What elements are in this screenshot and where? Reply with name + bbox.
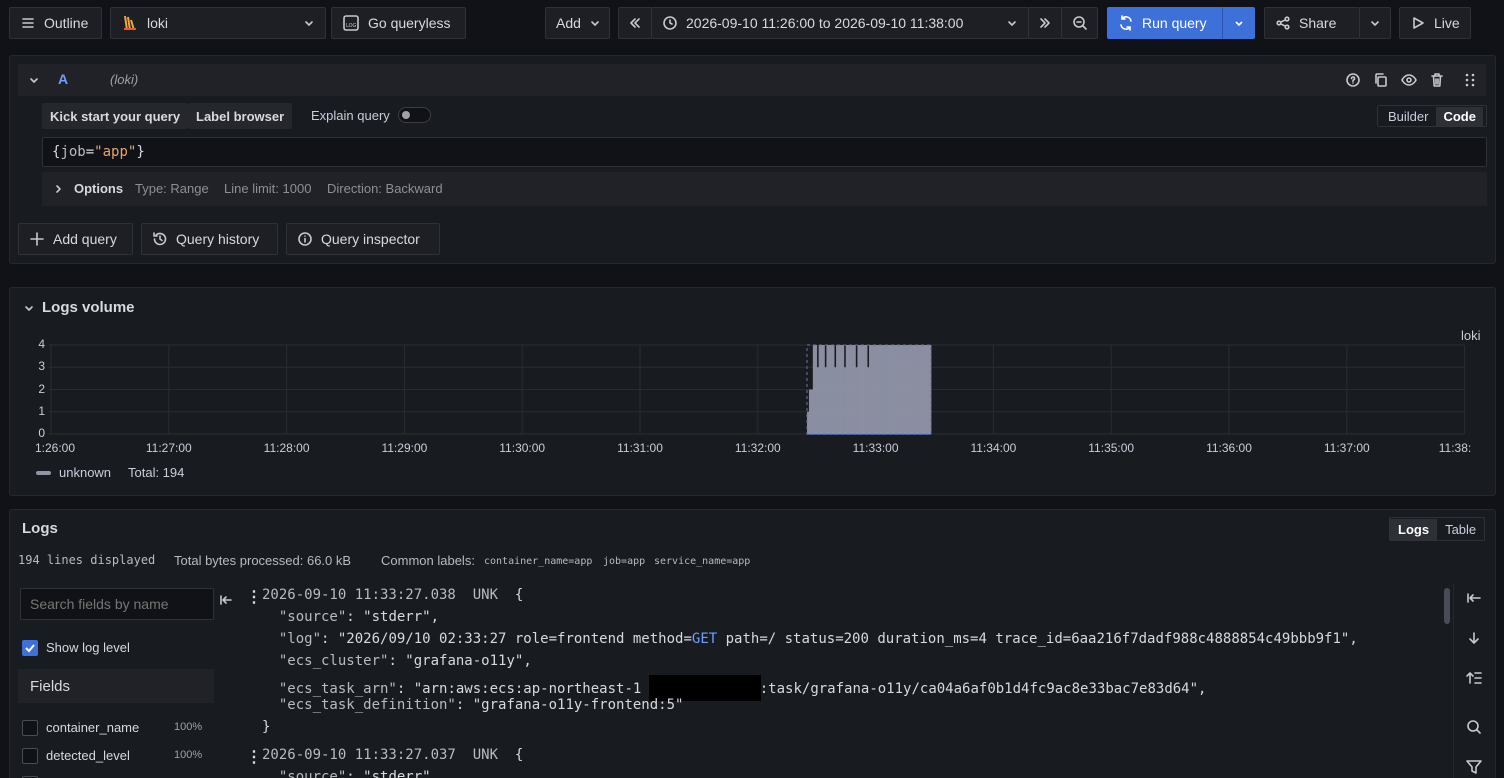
field-percent: 100%: [174, 749, 203, 761]
http-method-highlight: GET: [691, 631, 718, 647]
legend-series-name[interactable]: unknown: [59, 465, 111, 480]
common-label: job=app: [603, 556, 646, 567]
log-row-menu-icon[interactable]: ⋮: [246, 747, 262, 767]
x-tick-label: 11:27:00: [145, 441, 192, 455]
log-line-source: "source": "stderr",: [278, 609, 440, 625]
log-line-cluster: "ecs_cluster": "grafana-o11y",: [278, 653, 532, 669]
x-tick-label: 11:35:00: [1088, 441, 1135, 455]
field-percent: 100%: [174, 721, 203, 733]
log-level: UNK: [472, 587, 499, 603]
field-name: detected_level: [46, 748, 130, 763]
arrow-down-icon[interactable]: [1465, 630, 1483, 646]
log-entry-close: }: [262, 719, 271, 735]
x-tick-label: 11:31:00: [617, 441, 663, 455]
common-labels-title: Common labels:: [381, 553, 475, 568]
log-entry-header[interactable]: 2026-09-10 11:33:27.037 UNK {: [262, 747, 523, 763]
legend-swatch: [36, 471, 51, 475]
search-fields-input[interactable]: [20, 588, 214, 620]
x-tick-label: 11:29:00: [381, 441, 428, 455]
field-checkbox[interactable]: [22, 720, 38, 736]
fields-title: Fields: [30, 678, 71, 695]
log-timestamp: 2026-09-10 11:33:27.037: [262, 747, 456, 763]
collapse-left-icon[interactable]: [1465, 590, 1483, 606]
sort-order-icon[interactable]: [1465, 670, 1483, 686]
x-tick-label: 11:38:: [1438, 441, 1472, 455]
x-tick-label: 11:34:00: [970, 441, 1017, 455]
log-row-menu-icon[interactable]: ⋮: [246, 587, 262, 607]
x-tick-label: 11:33:00: [852, 441, 899, 455]
bytes-processed: Total bytes processed: 66.0 kB: [174, 553, 352, 568]
view-logs-button[interactable]: Logs: [1390, 518, 1438, 540]
collapse-sidebar-icon[interactable]: [218, 592, 234, 608]
log-line-task-def: "ecs_task_definition": "grafana-o11y-fro…: [278, 697, 684, 713]
checkmark-icon: [25, 644, 35, 653]
log-line-source: "source": "stderr",: [278, 769, 440, 778]
x-tick-label: 11:37:00: [1323, 441, 1370, 455]
x-tick-label: 11:28:00: [263, 441, 310, 455]
log-level: UNK: [472, 747, 499, 763]
field-checkbox[interactable]: [22, 748, 38, 764]
log-line-log: "log": "2026/09/10 02:33:27 role=fronten…: [278, 631, 1358, 647]
log-entry-header[interactable]: 2026-09-10 11:33:27.038 UNK {: [262, 587, 523, 603]
x-tick-label: 1:26:00: [34, 441, 76, 455]
common-label: container_name=app: [484, 556, 593, 567]
log-timestamp: 2026-09-10 11:33:27.038: [262, 587, 456, 603]
x-tick-label: 11:36:00: [1206, 441, 1252, 455]
show-log-level-checkbox[interactable]: [22, 640, 38, 656]
logs-scrollbar[interactable]: [1444, 588, 1450, 624]
view-table-button[interactable]: Table: [1437, 522, 1484, 537]
logs-title: Logs: [22, 520, 58, 537]
field-name: container_name: [46, 720, 140, 735]
legend-total: Total: 194: [128, 465, 185, 480]
common-label: service_name=app: [654, 556, 751, 567]
lines-displayed: 194 lines displayed: [18, 553, 156, 567]
logs-volume-chart[interactable]: [0, 0, 1504, 500]
x-tick-label: 11:30:00: [499, 441, 546, 455]
search-icon[interactable]: [1465, 719, 1483, 735]
logs-view-switch: Logs Table: [1389, 517, 1485, 541]
x-tick-label: 11:32:00: [734, 441, 781, 455]
show-log-level-label: Show log level: [46, 640, 130, 655]
filter-icon[interactable]: [1465, 759, 1483, 775]
